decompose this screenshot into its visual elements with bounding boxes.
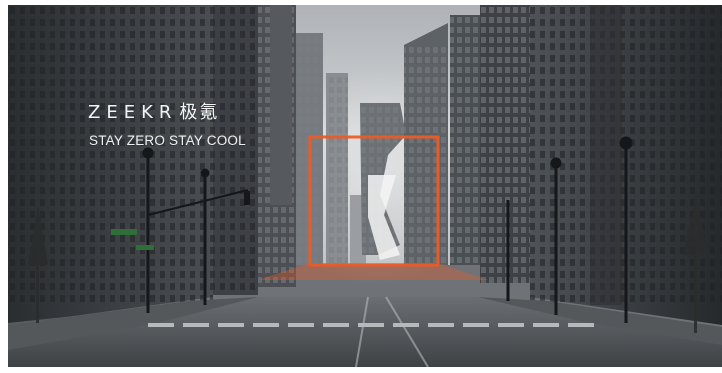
brand-logo: ZEEKR 极氪 [88,98,219,124]
brand-chinese: 极氪 [179,102,220,123]
hero-banner: ZEEKR 极氪 STAY ZERO STAY COOL [8,5,722,367]
street-sign [111,229,137,235]
street-sign [136,245,154,250]
city-street-photo [8,5,722,367]
brand-latin: ZEEKR [88,102,178,123]
tagline: STAY ZERO STAY COOL [89,133,246,148]
